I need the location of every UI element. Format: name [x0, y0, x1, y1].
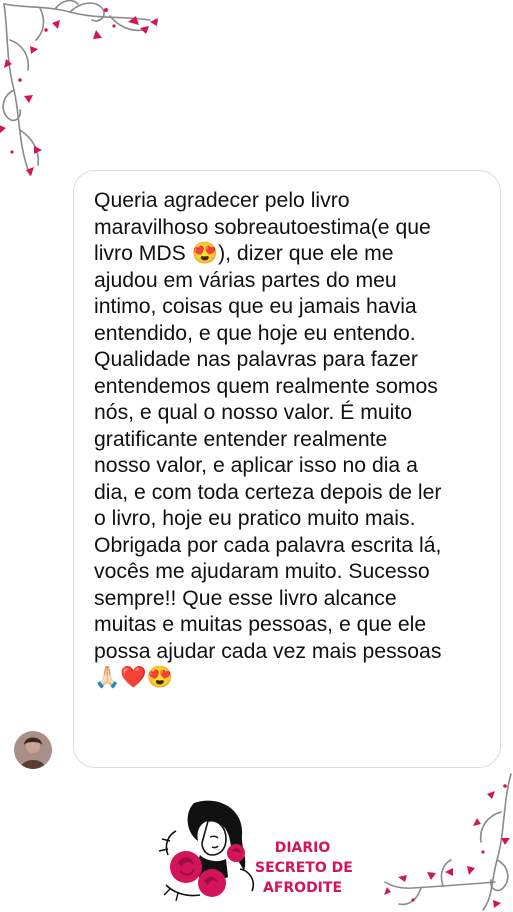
- logo-text: DIARIO SECRETO DE AFRODITE: [255, 838, 353, 898]
- message-line: gratificante entender realmente: [94, 427, 388, 451]
- avatar[interactable]: [14, 731, 52, 769]
- message-line: ajudou em várias partes do meu: [94, 268, 397, 292]
- message-text: Queria agradecer pelo livro maravilhoso s…: [94, 188, 484, 692]
- message-line: entendemos quem realmente somos: [94, 374, 438, 398]
- message-line: possa ajudar cada vez mais pessoas: [94, 639, 442, 663]
- logo-line-1: DIARIO: [274, 840, 331, 856]
- message-line: intimo, coisas que eu jamais havia: [94, 295, 417, 318]
- message-line: Queria agradecer pelo livro: [94, 189, 350, 212]
- message-line: muitas e muitas pessoas, e que ele: [94, 613, 427, 636]
- goddess-silhouette-logo-icon: [158, 800, 255, 902]
- logo-line-3: AFRODITE: [262, 880, 343, 896]
- message-line: Obrigada por cada palavra escrita lá,: [94, 533, 442, 557]
- message-line: dia, e com toda certeza depois de ler: [94, 480, 442, 504]
- message-line: Qualidade nas palavras para fazer: [94, 348, 418, 371]
- message-line: nosso valor, e aplicar isso no dia a: [94, 454, 418, 477]
- message-line: o livro, hoje eu pratico muito mais.: [94, 507, 416, 530]
- message-bubble: Queria agradecer pelo livro maravilhoso s…: [73, 170, 501, 768]
- logo-line-2: SECRETO DE: [255, 860, 353, 876]
- floral-ornament-top-left-icon: [0, 0, 158, 176]
- message-line: livro MDS 😍), dizer que ele me: [94, 242, 394, 265]
- message-line: vocês me ajudaram muito. Sucesso: [94, 560, 430, 583]
- message-line: nós, e qual o nosso valor. É muito: [94, 401, 412, 424]
- message-line: maravilhoso sobreautoestima(e que: [94, 215, 431, 239]
- floral-ornament-bottom-right-icon: [384, 773, 512, 911]
- message-line: entendido, e que hoje eu entendo.: [94, 321, 416, 345]
- message-line: 🙏🏻❤️😍: [94, 666, 174, 689]
- user-avatar-icon: [14, 731, 52, 769]
- message-line: sempre!! Que esse livro alcance: [94, 586, 397, 610]
